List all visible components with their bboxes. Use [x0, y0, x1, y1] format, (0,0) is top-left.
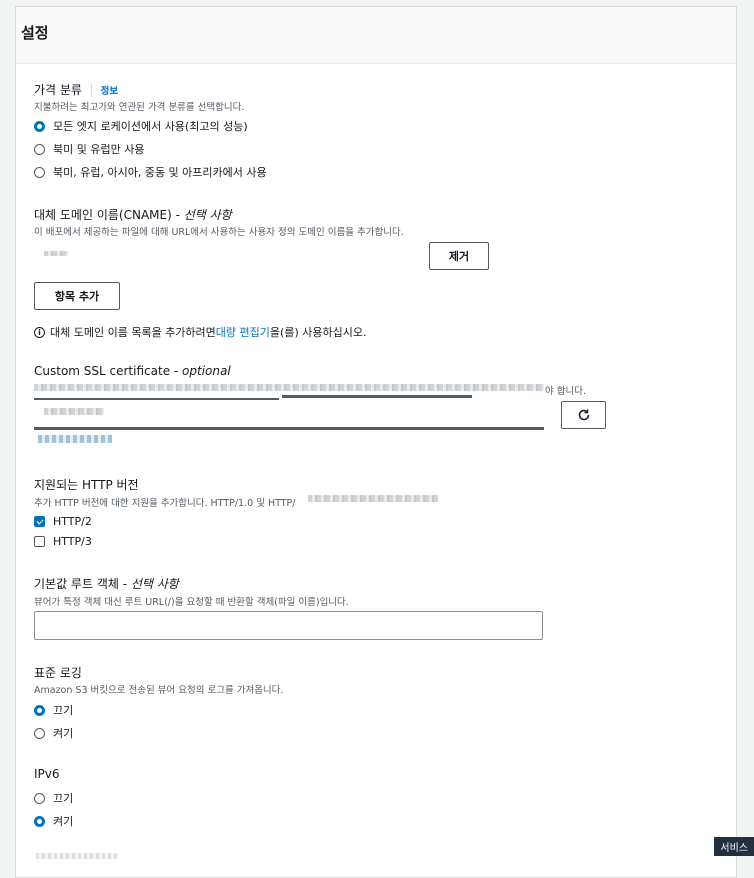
redacted-link: [38, 435, 112, 443]
cname-label-row: 대체 도메인 이름(CNAME) - 선택 사항: [34, 206, 232, 223]
option-label: 북미, 유럽, 아시아, 중동 및 아프리카에서 사용: [53, 166, 267, 179]
logging-description: Amazon S3 버킷으로 전송된 뷰어 요청의 로그를 가져옵니다.: [34, 685, 284, 696]
ipv6-option-on[interactable]: 켜기: [34, 813, 73, 829]
redacted-certificate: [44, 408, 104, 415]
ipv6-option-off[interactable]: 끄기: [34, 790, 73, 806]
price-class-label-row: 가격 분류 정보: [34, 81, 118, 98]
ipv6-label: IPv6: [34, 767, 60, 781]
ssl-optional: optional: [182, 364, 231, 378]
root-object-input[interactable]: [34, 611, 543, 640]
option-label: 켜기: [53, 815, 74, 828]
option-label: 켜기: [53, 727, 74, 740]
ssl-label: Custom SSL certificate -: [34, 364, 183, 378]
redacted-ssl-description: [34, 384, 544, 391]
services-tooltip: 서비스: [714, 837, 754, 856]
cname-info-row: i 대체 도메인 이름 목록을 추가하려면 대량 편집기 을(를) 사용하십시오.: [34, 324, 366, 340]
root-object-description: 뷰어가 특정 객체 대신 루트 URL(/)을 요청할 때 반환할 객체(파일 …: [34, 597, 349, 608]
logging-label: 표준 로깅: [34, 666, 82, 680]
checkbox[interactable]: [34, 536, 45, 547]
radio-button[interactable]: [34, 815, 45, 827]
remove-button[interactable]: 제거: [429, 242, 489, 270]
http-versions-description: 추가 HTTP 버전에 대한 지원을 추가합니다. HTTP/1.0 및 HTT…: [34, 498, 296, 509]
ssl-description-suffix: 야 합니다.: [545, 386, 586, 397]
radio-button[interactable]: [34, 143, 45, 155]
add-item-button[interactable]: 항목 추가: [34, 282, 120, 310]
settings-panel: 설정 가격 분류 정보 지불하려는 최고가와 연관된 가격 분류를 선택합니다.…: [15, 6, 737, 878]
option-label: 북미 및 유럽만 사용: [53, 143, 145, 156]
redacted-http-description: [308, 495, 438, 502]
option-label: 끄기: [53, 792, 74, 805]
radio-button[interactable]: [34, 792, 45, 804]
price-class-option-na-eu[interactable]: 북미 및 유럽만 사용: [34, 141, 144, 157]
root-object-label: 기본값 루트 객체 -: [34, 577, 131, 591]
cname-label: 대체 도메인 이름(CNAME) -: [34, 208, 184, 222]
refresh-icon: [578, 409, 589, 421]
redacted-next-section-label: [36, 853, 118, 859]
http2-checkbox-row[interactable]: HTTP/2: [34, 515, 92, 528]
ssl-label-row: Custom SSL certificate - optional: [34, 364, 231, 378]
price-class-option-all[interactable]: 모든 엣지 로케이션에서 사용(최고의 성능): [34, 118, 248, 134]
cname-optional: 선택 사항: [183, 208, 232, 222]
divider: [90, 84, 92, 97]
http3-checkbox-row[interactable]: HTTP/3: [34, 535, 92, 548]
price-class-info-link[interactable]: 정보: [101, 86, 118, 97]
ssl-certificate-select[interactable]: [34, 400, 544, 430]
panel-header: 설정: [16, 7, 736, 64]
root-object-label-row: 기본값 루트 객체 - 선택 사항: [34, 575, 179, 592]
redacted-bar: [282, 395, 472, 398]
radio-button[interactable]: [34, 704, 45, 716]
option-label: HTTP/2: [53, 515, 92, 528]
refresh-button[interactable]: [561, 401, 606, 429]
option-label: 끄기: [53, 704, 74, 717]
option-label: HTTP/3: [53, 535, 92, 548]
price-class-label: 가격 분류: [34, 83, 82, 97]
checkbox[interactable]: [34, 516, 45, 527]
info-text-suffix: 을(를) 사용하십시오.: [269, 326, 367, 339]
root-object-optional: 선택 사항: [130, 577, 179, 591]
logging-option-on[interactable]: 켜기: [34, 725, 73, 741]
logging-option-off[interactable]: 끄기: [34, 702, 73, 718]
panel-title: 설정: [21, 24, 49, 42]
price-class-option-na-eu-asia[interactable]: 북미, 유럽, 아시아, 중동 및 아프리카에서 사용: [34, 164, 267, 180]
cname-description: 이 배포에서 제공하는 파일에 대해 URL에서 사용하는 사용자 정의 도메인…: [34, 227, 404, 238]
redacted-cname-value: [44, 251, 68, 256]
bulk-editor-link[interactable]: 대량 편집기: [216, 324, 270, 340]
radio-button[interactable]: [34, 727, 45, 739]
info-icon: i: [34, 326, 45, 338]
radio-button[interactable]: [34, 120, 45, 132]
price-class-description: 지불하려는 최고가와 연관된 가격 분류를 선택합니다.: [34, 102, 245, 113]
http-versions-label: 지원되는 HTTP 버전: [34, 478, 139, 492]
info-text-prefix: 대체 도메인 이름 목록을 추가하려면: [50, 326, 216, 339]
radio-button[interactable]: [34, 166, 45, 178]
option-label: 모든 엣지 로케이션에서 사용(최고의 성능): [53, 120, 248, 133]
